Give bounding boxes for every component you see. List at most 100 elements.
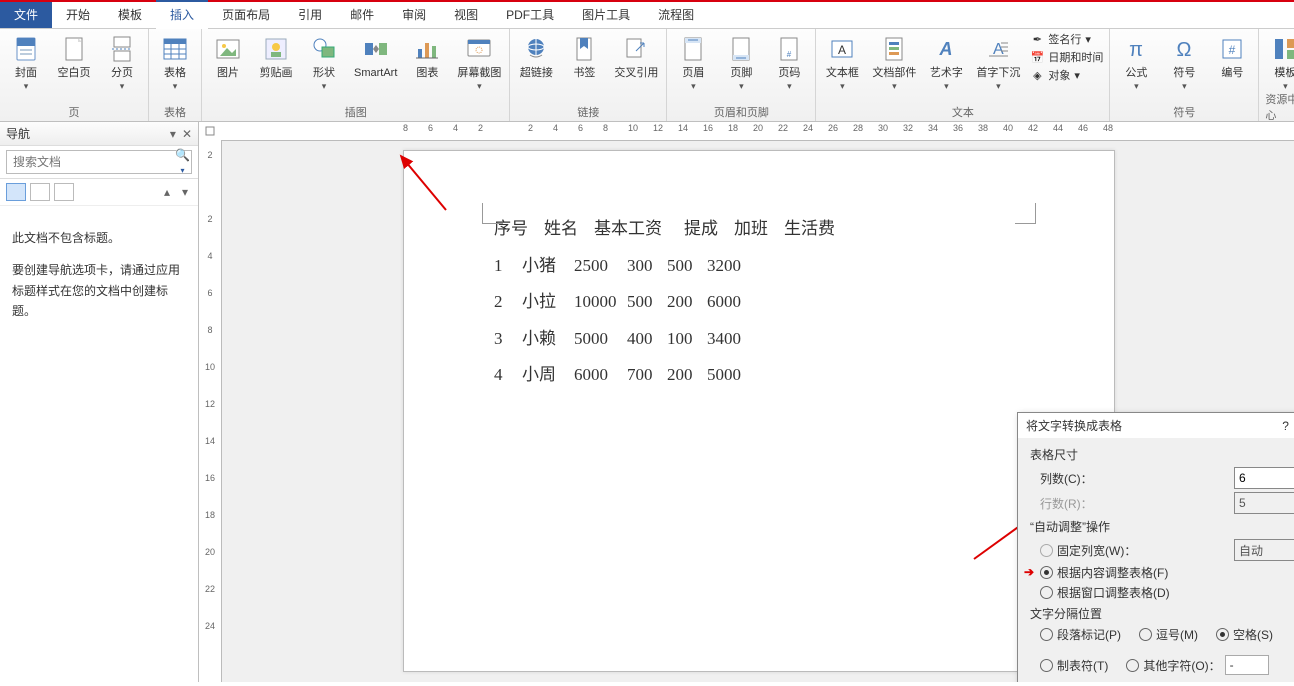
radio-fixed-label: 固定列宽(W)： [1057,542,1136,559]
footer-icon [725,33,757,65]
datetime-button[interactable]: 📅日期和时间 [1030,49,1103,65]
document-content[interactable]: 序号姓名基本工资提成加班生活费1小猪250030050032002小拉10000… [404,151,1114,454]
svg-text:#: # [1229,43,1236,57]
hyperlink-button[interactable]: 超链接 [516,31,556,82]
wordart-icon: A [930,33,962,65]
clipart-button[interactable]: 剪贴画 [256,31,296,82]
radio-fit-window[interactable] [1040,586,1053,599]
group-hf: 页眉▾ 页脚▾ #页码▾ 页眉和页脚 [667,29,816,121]
shapes-button[interactable]: 形状▾ [304,31,344,92]
radio-fit-content[interactable] [1040,566,1053,579]
group-label-symbols: 符号 [1173,105,1195,121]
dialog-help-icon[interactable]: ? [1282,419,1289,433]
nav-view-results[interactable] [54,183,74,201]
document-area: 8642246810121416182022242628303234363840… [199,122,1294,682]
object-icon: ◈ [1030,68,1044,82]
sep-other-input[interactable]: - [1225,655,1269,675]
group-page: 封面▾ 空白页 分页▾ 页 [0,29,149,121]
cover-page-button[interactable]: 封面▾ [6,31,46,92]
blank-page-button[interactable]: 空白页 [54,31,94,82]
table-icon [159,33,191,65]
picture-button[interactable]: 图片 [208,31,248,82]
nav-collapse-up-icon[interactable]: ▴ [160,185,174,199]
symbol-icon: Ω [1168,33,1200,65]
dropcap-button[interactable]: A首字下沉▾ [974,31,1022,92]
dialog-title: 将文字转换成表格 [1026,417,1122,434]
margin-corner-tl [482,203,503,224]
tab-insert[interactable]: 插入 [156,0,208,28]
cols-spinner[interactable]: ▲▼ [1234,467,1294,489]
chart-button[interactable]: 图表 [407,31,447,82]
tab-start[interactable]: 开始 [52,2,104,28]
textbox-button[interactable]: A文本框▾ [822,31,862,92]
radio-sep-para[interactable] [1040,628,1053,641]
group-table: 表格▾ 表格 [149,29,202,121]
page-break-button[interactable]: 分页▾ [102,31,142,92]
sep-other-label: 其他字符(O)： [1143,657,1220,674]
radio-fixed-width[interactable] [1040,544,1053,557]
nav-search[interactable]: 🔍▾ [6,150,192,174]
workspace: 导航 ▾✕ 🔍▾ ▴ ▾ 此文档不包含标题。 要创建导航选项卡，请通过应用标题样… [0,122,1294,682]
nav-view-pages[interactable] [30,183,50,201]
margin-corner-tr [1015,203,1036,224]
object-button[interactable]: ◈对象▾ [1030,67,1103,83]
horizontal-ruler[interactable]: 8642246810121416182022242628303234363840… [221,122,1294,141]
group-illust: 图片 剪贴画 形状▾ SmartArt 图表 屏幕截图▾ 插图 [202,29,510,121]
tab-template[interactable]: 模板 [104,2,156,28]
group-label-hf: 页眉和页脚 [714,105,769,121]
radio-sep-other[interactable] [1126,659,1139,672]
tab-view[interactable]: 视图 [440,2,492,28]
rows-spinner: ▲▼ [1234,492,1294,514]
cols-input[interactable] [1235,468,1294,488]
tab-review[interactable]: 审阅 [388,2,440,28]
svg-text:A: A [939,39,953,59]
radio-fit-window-label: 根据窗口调整表格(D) [1057,584,1170,601]
search-icon[interactable]: 🔍▾ [174,148,191,176]
nav-collapse-down-icon[interactable]: ▾ [178,185,192,199]
radio-sep-tab[interactable] [1040,659,1053,672]
document-page[interactable]: 序号姓名基本工资提成加班生活费1小猪250030050032002小拉10000… [403,150,1115,672]
crossref-icon [620,33,652,65]
screenshot-button[interactable]: 屏幕截图▾ [455,31,503,92]
ruler-corner[interactable] [199,122,222,141]
table-size-heading: 表格尺寸 [1030,446,1294,463]
group-label-resource: 资源中心 [1265,92,1294,124]
header-button[interactable]: 页眉▾ [673,31,713,92]
docparts-button[interactable]: 文档部件▾ [870,31,918,92]
rows-input [1235,493,1294,513]
tab-pic[interactable]: 图片工具 [568,2,644,28]
number-button[interactable]: #编号 [1212,31,1252,82]
pagenum-button[interactable]: #页码▾ [769,31,809,92]
docparts-icon [878,33,910,65]
nav-close-icon[interactable]: ✕ [182,127,192,141]
bookmark-button[interactable]: 书签 [564,31,604,82]
nav-title-text: 导航 [6,125,30,142]
nav-view-headings[interactable] [6,183,26,201]
tab-file[interactable]: 文件 [0,2,52,28]
tab-ref[interactable]: 引用 [284,2,336,28]
hyperlink-icon [520,33,552,65]
search-input[interactable] [7,155,174,169]
tab-flow[interactable]: 流程图 [644,2,708,28]
symbol-button[interactable]: Ω符号▾ [1164,31,1204,92]
tab-mail[interactable]: 邮件 [336,2,388,28]
crossref-button[interactable]: 交叉引用 [612,31,660,82]
convert-text-to-table-dialog: 将文字转换成表格 ?× 表格尺寸 列数(C)： ▲▼ 行数(R)： ▲▼ [1017,412,1294,682]
smartart-button[interactable]: SmartArt [352,31,399,82]
footer-button[interactable]: 页脚▾ [721,31,761,92]
table-button[interactable]: 表格▾ [155,31,195,92]
nav-dropdown-icon[interactable]: ▾ [170,127,176,141]
tab-layout[interactable]: 页面布局 [208,2,284,28]
radio-sep-space[interactable] [1216,628,1229,641]
signature-line-button[interactable]: ✒签名行▾ [1030,31,1103,47]
dialog-title-bar[interactable]: 将文字转换成表格 ?× [1018,413,1294,438]
equation-button[interactable]: π公式▾ [1116,31,1156,92]
blank-page-icon [58,33,90,65]
wordart-button[interactable]: A艺术字▾ [926,31,966,92]
sep-tab-label: 制表符(T) [1057,657,1108,674]
svg-text:A: A [838,43,846,57]
tab-pdf[interactable]: PDF工具 [492,2,568,28]
vertical-ruler[interactable]: 224681012141618202224 [199,140,222,682]
template-center-button[interactable]: 模板▾ [1265,31,1294,92]
radio-sep-comma[interactable] [1139,628,1152,641]
